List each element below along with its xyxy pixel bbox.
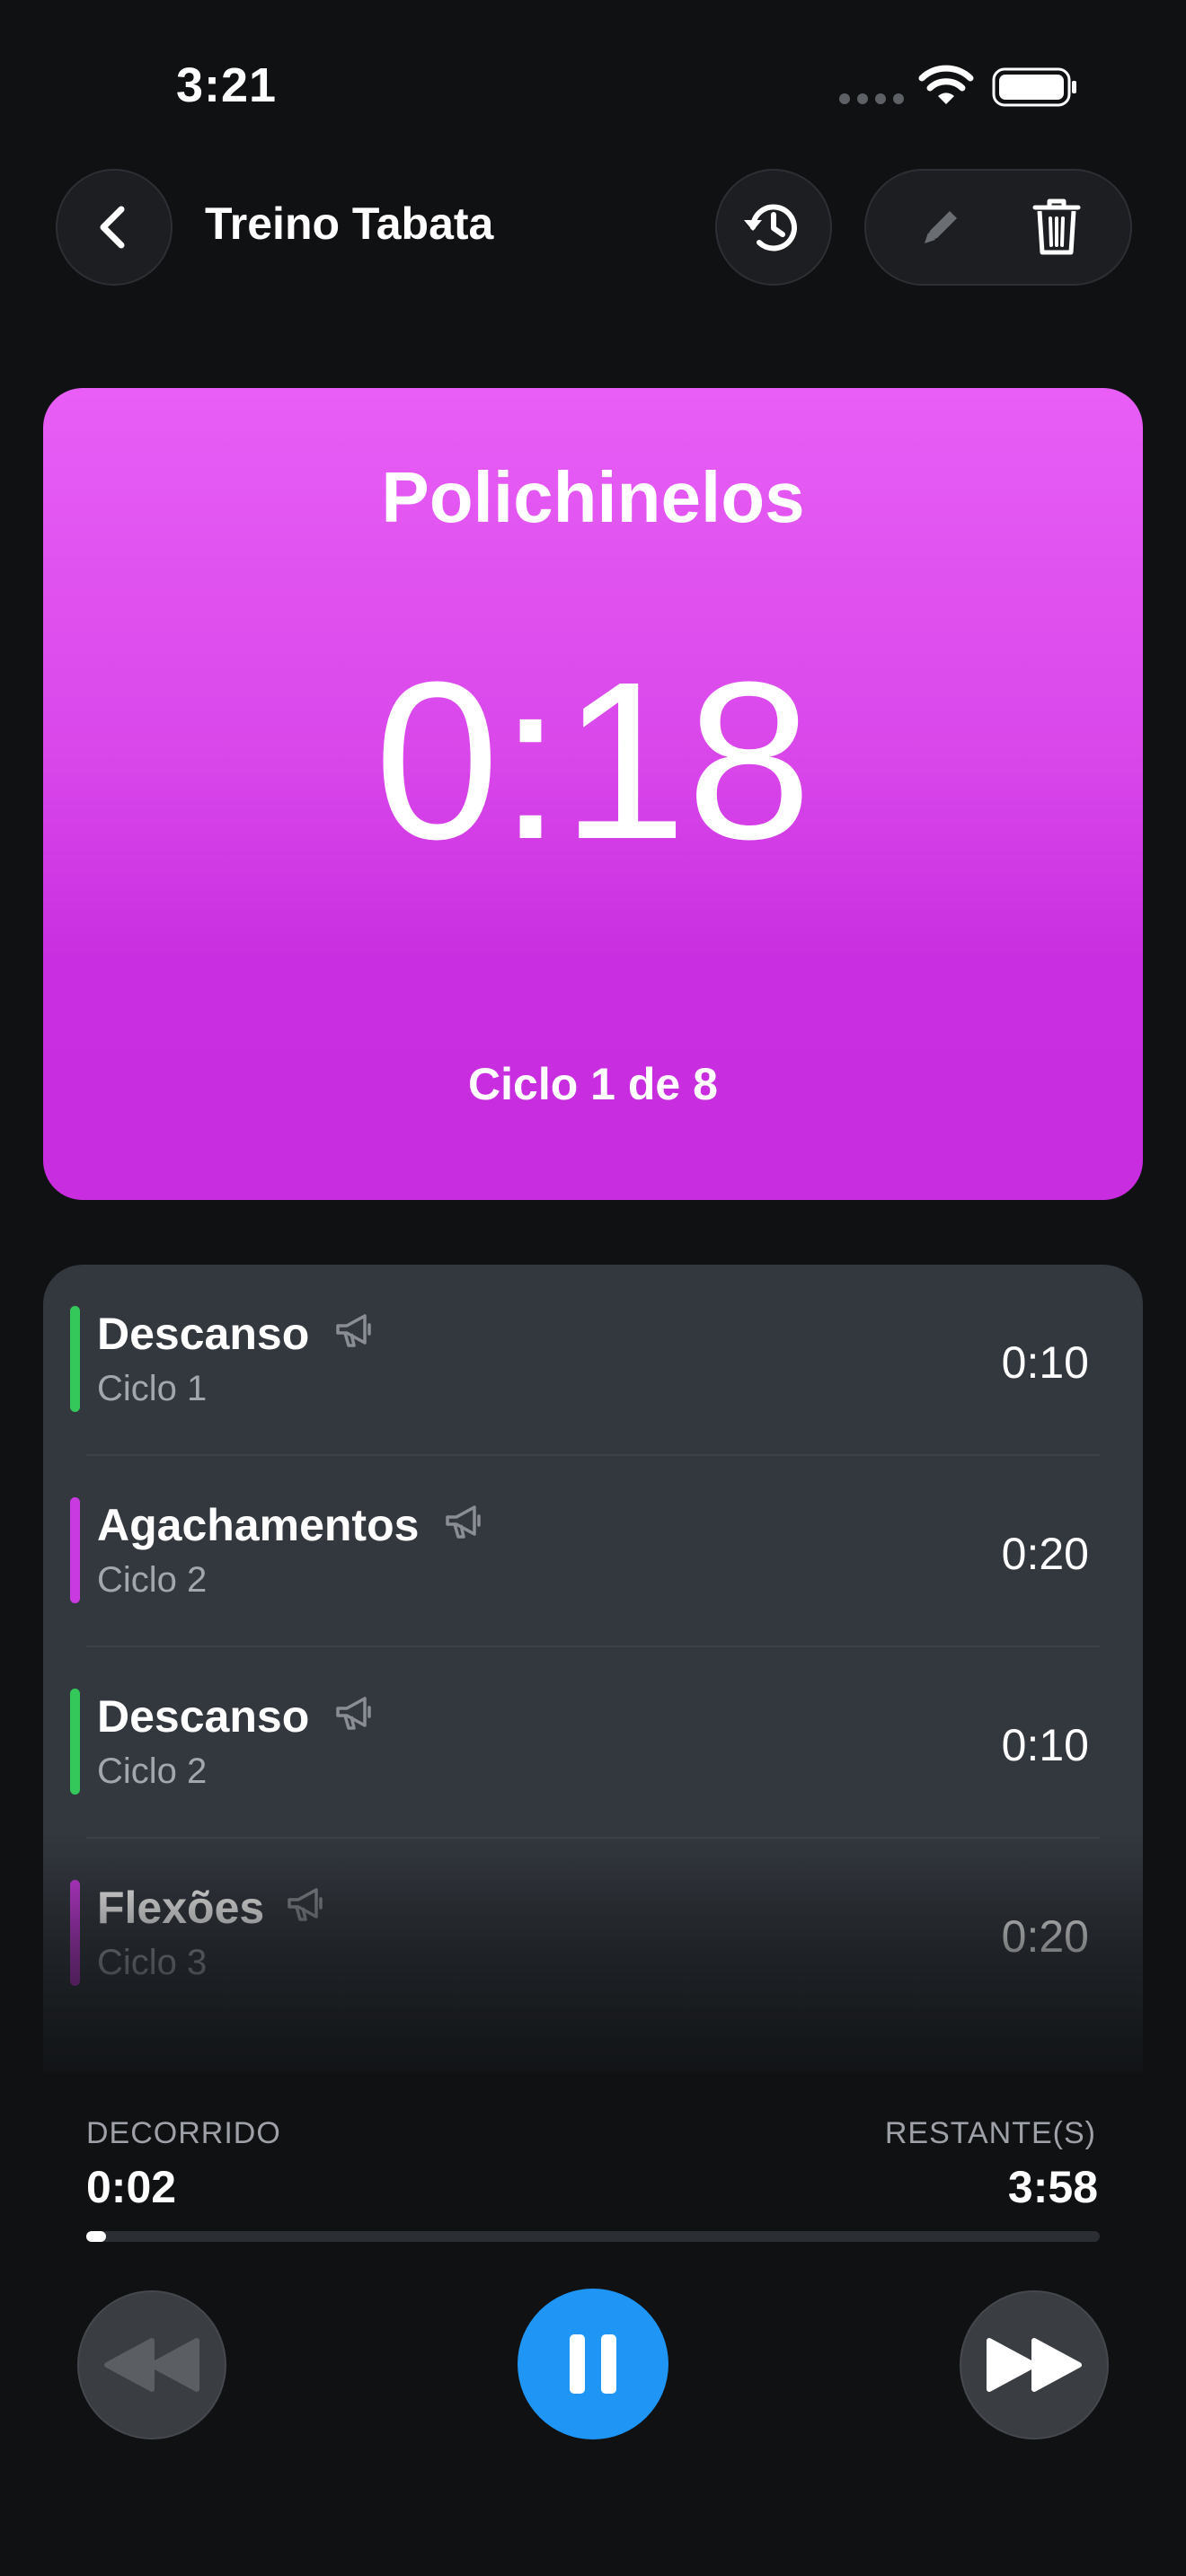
pause-icon <box>570 2334 616 2394</box>
wifi-icon <box>918 65 974 104</box>
interval-duration: 0:10 <box>1001 1337 1089 1388</box>
interval-color-bar <box>70 1306 80 1412</box>
countdown-timer: 0:18 <box>374 635 812 886</box>
interval-name: Descanso <box>97 1691 310 1742</box>
interval-cycle: Ciclo 3 <box>97 1943 208 1982</box>
interval-duration: 0:10 <box>1001 1720 1089 1770</box>
status-time: 3:21 <box>176 58 278 112</box>
current-interval-card: Polichinelos 0:18 Ciclo 1 de 8 <box>43 388 1143 1200</box>
list-item[interactable]: Agachamentos Ciclo 2 0:20 <box>43 1456 1143 1647</box>
megaphone-icon <box>336 1697 371 1730</box>
current-exercise-name: Polichinelos <box>381 457 805 537</box>
edit-button[interactable] <box>896 182 986 272</box>
interval-name: Agachamentos <box>97 1500 420 1550</box>
interval-name: Descanso <box>97 1309 310 1359</box>
interval-cycle: Ciclo 1 <box>97 1369 208 1408</box>
interval-color-bar <box>70 1880 80 1986</box>
upcoming-intervals-list: Descanso Ciclo 1 0:10 Agachamentos Ciclo… <box>43 1265 1143 2073</box>
list-item[interactable]: Descanso Ciclo 1 0:10 <box>43 1265 1143 1456</box>
trash-icon <box>1032 198 1080 255</box>
workout-title: Treino Tabata <box>205 198 494 249</box>
progress-fill <box>86 2231 106 2242</box>
remaining-time: 3:58 <box>1007 2162 1098 2212</box>
elapsed-label: DECORRIDO <box>86 2116 281 2150</box>
cycle-indicator: Ciclo 1 de 8 <box>468 1059 718 1109</box>
interval-name: Flexões <box>97 1883 265 1933</box>
rewind-button[interactable] <box>77 2290 226 2439</box>
progress-bar[interactable] <box>86 2231 1100 2242</box>
pencil-icon <box>924 211 957 243</box>
list-item[interactable]: Descanso Ciclo 2 0:10 <box>43 1647 1143 1839</box>
rewind-icon <box>104 2338 199 2392</box>
timer-screen: 3:21 Treino Tabata Polichinelos 0:18 Cic… <box>0 0 1186 2576</box>
cellular-icon <box>839 93 904 104</box>
history-icon <box>744 204 797 251</box>
megaphone-icon <box>446 1505 481 1539</box>
interval-color-bar <box>70 1689 80 1795</box>
elapsed-time: 0:02 <box>86 2162 177 2212</box>
back-button[interactable] <box>56 169 173 286</box>
megaphone-icon <box>336 1314 371 1347</box>
interval-duration: 0:20 <box>1001 1529 1089 1579</box>
pause-button[interactable] <box>518 2289 668 2439</box>
edit-delete-group <box>864 169 1132 286</box>
remaining-label: RESTANTE(S) <box>884 2116 1096 2150</box>
fast-forward-button[interactable] <box>960 2290 1109 2439</box>
history-button[interactable] <box>715 169 832 286</box>
interval-duration: 0:20 <box>1001 1911 1089 1962</box>
chevron-left-icon <box>100 206 125 249</box>
delete-button[interactable] <box>1012 182 1102 272</box>
interval-color-bar <box>70 1497 80 1603</box>
interval-cycle: Ciclo 2 <box>97 1751 208 1791</box>
list-item[interactable]: Flexões Ciclo 3 0:20 <box>43 1839 1143 2030</box>
status-bar: 3:21 <box>0 0 1186 171</box>
fast-forward-icon <box>987 2338 1082 2392</box>
interval-cycle: Ciclo 2 <box>97 1560 208 1600</box>
megaphone-icon <box>288 1888 323 1921</box>
battery-icon <box>992 67 1076 107</box>
